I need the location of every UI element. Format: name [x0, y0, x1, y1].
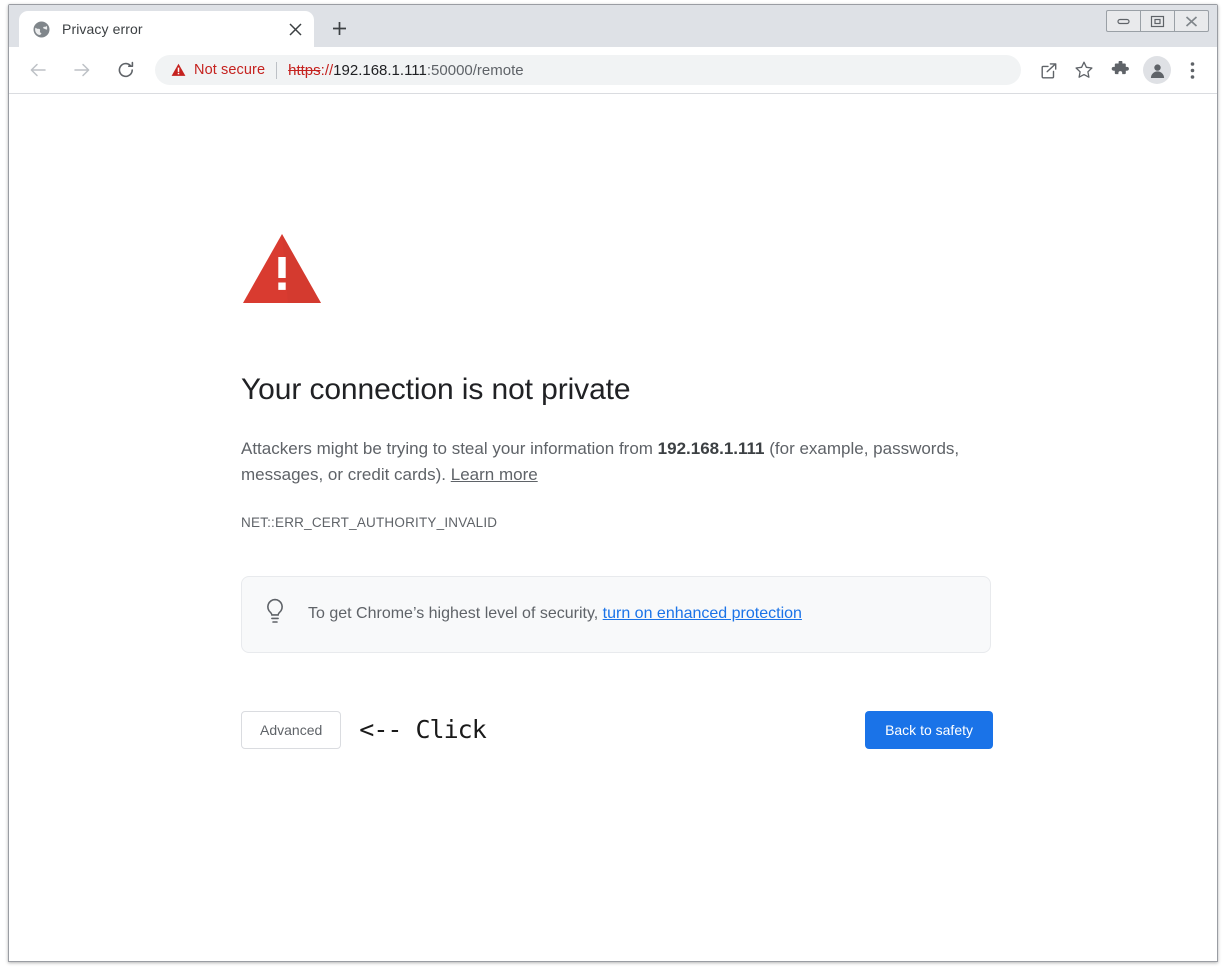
error-description: Attackers might be trying to steal your …	[241, 436, 971, 489]
click-annotation: <-- Click	[359, 715, 486, 745]
browser-tab-privacy-error[interactable]: Privacy error	[19, 11, 314, 47]
description-host: 192.168.1.111	[657, 439, 765, 458]
lightbulb-icon	[264, 598, 286, 631]
new-tab-button[interactable]	[324, 13, 354, 43]
minimize-button[interactable]	[1107, 11, 1141, 31]
interstitial-actions: Advanced <-- Click Back to safety	[241, 710, 993, 749]
page-viewport: Your connection is not private Attackers…	[9, 94, 1217, 961]
url-separator: ://	[320, 61, 334, 79]
arrow-left-icon	[30, 63, 46, 77]
security-status-label: Not secure	[194, 62, 266, 78]
profile-avatar-icon[interactable]	[1143, 56, 1171, 84]
arrow-right-icon	[74, 63, 90, 77]
omnibox-divider	[276, 61, 278, 79]
error-code: NET::ERR_CERT_AUTHORITY_INVALID	[241, 514, 498, 530]
page-title: Your connection is not private	[241, 373, 631, 406]
bookmark-star-icon[interactable]	[1069, 55, 1099, 85]
security-status[interactable]: Not secure	[171, 62, 265, 78]
callout-text: To get Chrome’s highest level of securit…	[308, 603, 802, 625]
description-prefix: Attackers might be trying to steal your …	[241, 439, 658, 458]
restore-button[interactable]	[1141, 11, 1175, 31]
browser-window: Privacy error Not secure https://192.168…	[8, 4, 1218, 962]
tab-title: Privacy error	[62, 21, 143, 37]
enhanced-protection-callout: To get Chrome’s highest level of securit…	[241, 575, 991, 653]
more-menu-icon[interactable]	[1177, 55, 1207, 85]
back-button[interactable]	[23, 55, 53, 85]
forward-button[interactable]	[67, 55, 97, 85]
red-warning-triangle-icon	[241, 232, 1001, 310]
tab-strip: Privacy error	[9, 5, 1217, 47]
extensions-puzzle-icon[interactable]	[1105, 55, 1135, 85]
url-path: :50000/remote	[426, 61, 524, 79]
globe-icon	[33, 21, 50, 38]
url-host: 192.168.1.111	[333, 61, 427, 79]
address-bar[interactable]: Not secure https://192.168.1.111:50000/r…	[155, 55, 1021, 85]
close-tab-icon[interactable]	[284, 18, 306, 40]
back-to-safety-button[interactable]: Back to safety	[865, 710, 993, 749]
ssl-interstitial: Your connection is not private Attackers…	[241, 232, 1001, 749]
reload-icon	[118, 61, 134, 78]
reload-button[interactable]	[111, 55, 141, 85]
warning-triangle-icon	[171, 63, 186, 76]
share-icon[interactable]	[1033, 55, 1063, 85]
callout-message: To get Chrome’s highest level of securit…	[308, 604, 603, 622]
advanced-button[interactable]: Advanced	[241, 710, 342, 749]
enhanced-protection-link[interactable]: turn on enhanced protection	[603, 605, 802, 622]
browser-toolbar: Not secure https://192.168.1.111:50000/r…	[9, 47, 1217, 94]
close-button[interactable]	[1175, 11, 1208, 31]
url-scheme: https	[288, 61, 321, 79]
url-text: https://192.168.1.111:50000/remote	[288, 62, 523, 79]
window-controls	[1106, 10, 1209, 32]
learn-more-link[interactable]: Learn more	[451, 465, 538, 484]
